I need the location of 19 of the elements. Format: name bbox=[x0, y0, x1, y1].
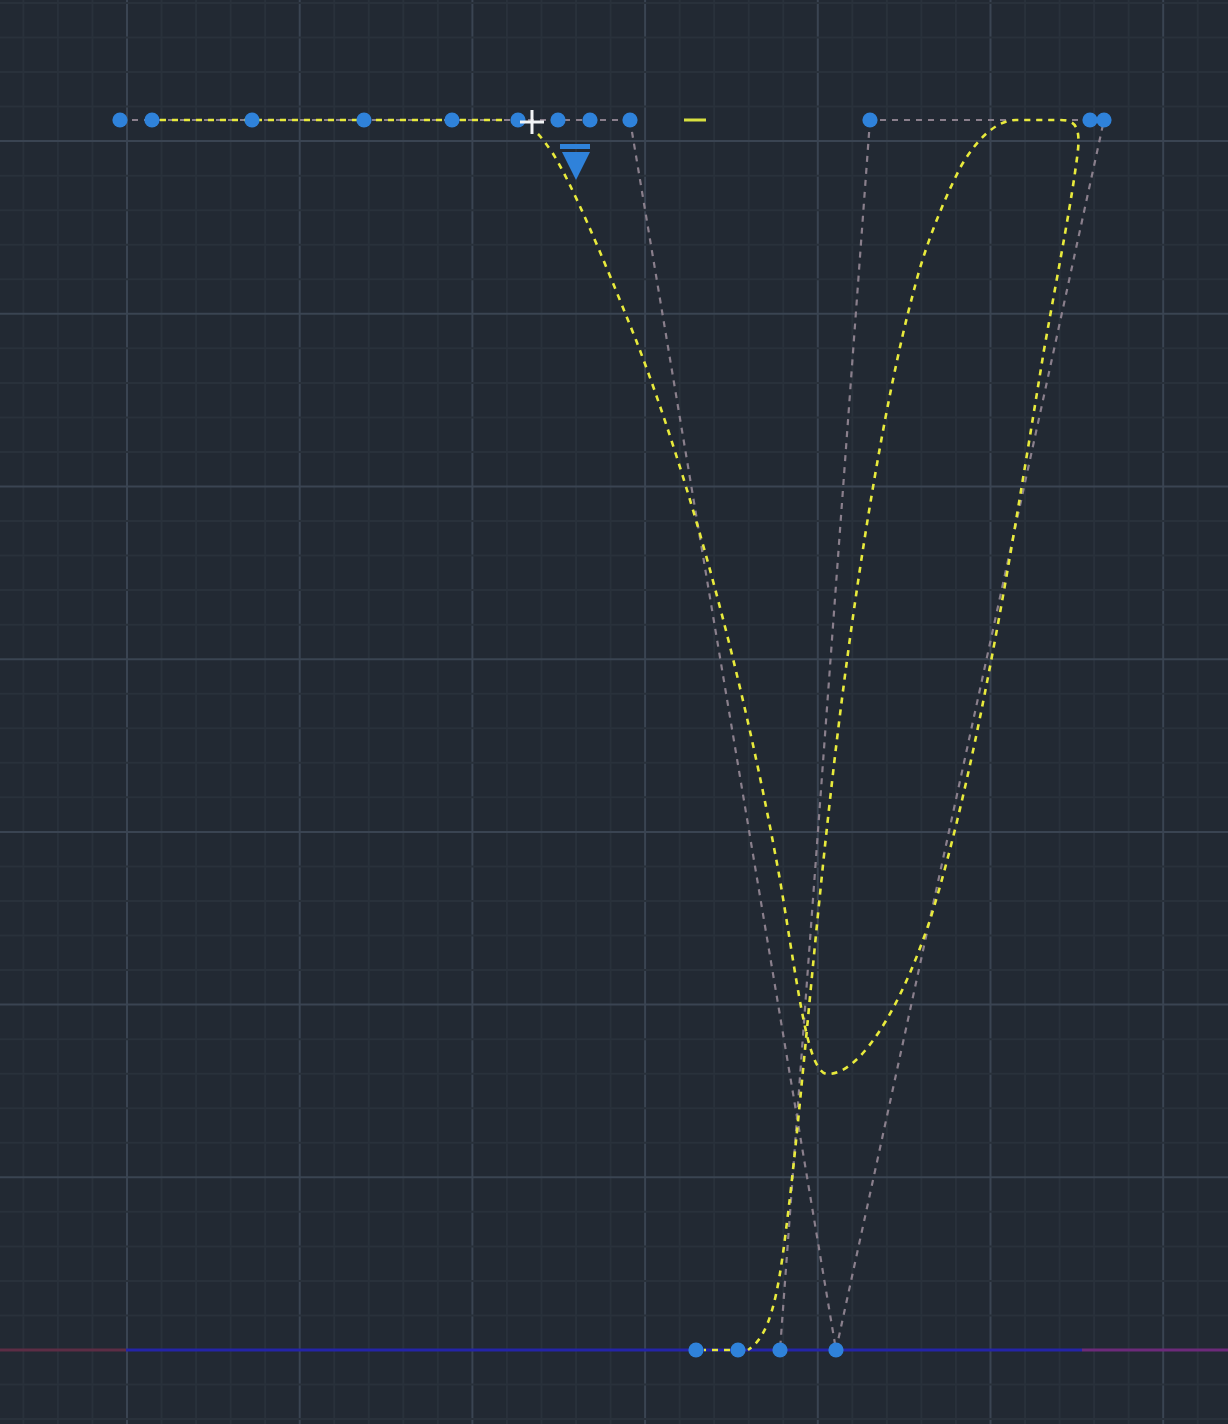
grip-point[interactable] bbox=[730, 1342, 746, 1358]
grip-point[interactable] bbox=[582, 112, 598, 128]
grip-point[interactable] bbox=[244, 112, 260, 128]
grip-point[interactable] bbox=[828, 1342, 844, 1358]
grip-point[interactable] bbox=[772, 1342, 788, 1358]
grip-point[interactable] bbox=[510, 112, 526, 128]
grip-point[interactable] bbox=[1096, 112, 1112, 128]
triangle-grip[interactable] bbox=[560, 144, 590, 180]
crosshair-cursor bbox=[520, 110, 544, 134]
grip-point[interactable] bbox=[144, 112, 160, 128]
grip-point[interactable] bbox=[356, 112, 372, 128]
grip-point[interactable] bbox=[688, 1342, 704, 1358]
grip-point[interactable] bbox=[550, 112, 566, 128]
grip-point[interactable] bbox=[622, 112, 638, 128]
grip-point[interactable] bbox=[1082, 112, 1098, 128]
dash-mark bbox=[684, 118, 706, 122]
grip-point[interactable] bbox=[112, 112, 128, 128]
grip-point[interactable] bbox=[862, 112, 878, 128]
grip-point[interactable] bbox=[444, 112, 460, 128]
